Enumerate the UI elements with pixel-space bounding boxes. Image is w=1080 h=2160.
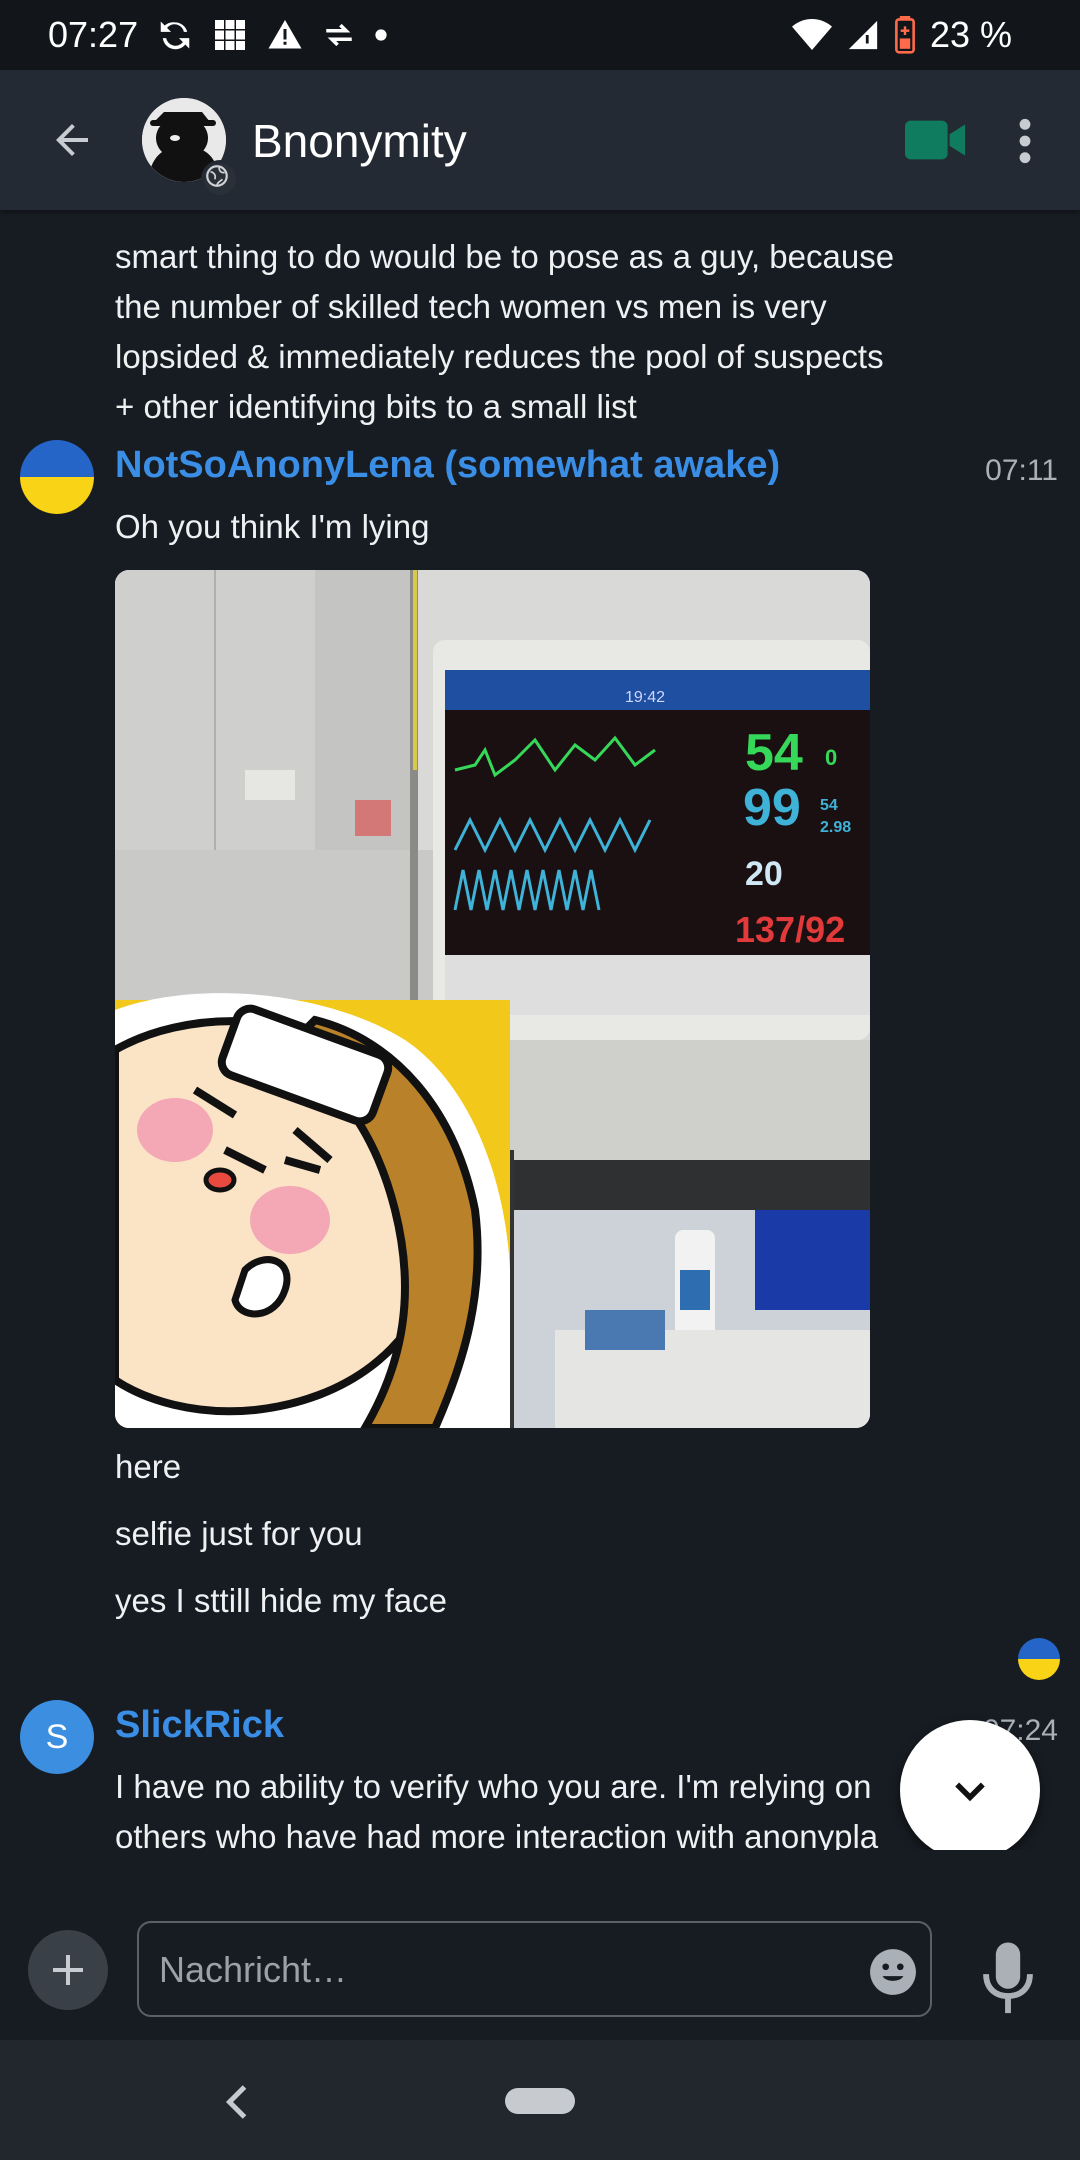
notification-dot-icon bbox=[374, 28, 388, 42]
sender-name[interactable]: SlickRick bbox=[115, 1704, 284, 1747]
message-line: lopsided & immediately reduces the pool … bbox=[115, 338, 884, 375]
monitor-spo2-pi: 2.98 bbox=[820, 819, 851, 836]
room-header: Bnonymity bbox=[0, 70, 1080, 210]
message-line: smart thing to do would be to pose as a … bbox=[115, 238, 895, 275]
message-composer bbox=[0, 1860, 1080, 2040]
more-vertical-icon bbox=[1010, 118, 1040, 170]
system-navigation-bar bbox=[0, 2040, 1080, 2160]
message-text: here bbox=[115, 1448, 182, 1485]
video-camera-icon bbox=[905, 120, 967, 166]
system-home-pill[interactable] bbox=[505, 2088, 575, 2114]
message-text: selfie just for you bbox=[115, 1515, 363, 1552]
image-attachment[interactable]: 19:42 54 0 99 54 2.98 20 137/92 bbox=[115, 570, 870, 1428]
monitor-spo2-value: 99 bbox=[743, 779, 801, 837]
signal-icon bbox=[846, 18, 880, 52]
message-text: Oh you think I'm lying bbox=[115, 508, 430, 545]
warning-icon bbox=[266, 17, 304, 53]
arrow-left-icon bbox=[42, 124, 102, 168]
battery-percent: 23 % bbox=[929, 14, 1012, 55]
sender-name[interactable]: NotSoAnonyLena (somewhat awake) bbox=[115, 444, 780, 487]
sync-icon bbox=[156, 16, 194, 54]
status-bar: 07:27 23 % bbox=[0, 0, 1080, 70]
message-text: smart thing to do would be to pose as a … bbox=[115, 232, 894, 432]
message-line: + other identifying bits to a small list bbox=[115, 388, 637, 425]
wifi-icon bbox=[791, 18, 832, 52]
system-back-button[interactable] bbox=[222, 2082, 252, 2122]
monitor-clock-text: 19:42 bbox=[625, 689, 665, 706]
monitor-hr-small: 0 bbox=[825, 745, 837, 770]
microphone-icon bbox=[978, 1942, 1038, 2022]
message-line: I have no ability to verify who you are.… bbox=[115, 1768, 872, 1805]
room-menu-button[interactable] bbox=[1010, 116, 1040, 166]
monitor-spo2-small: 54 bbox=[820, 797, 838, 814]
monitor-bp-value: 137/92 bbox=[735, 909, 845, 950]
emoji-button[interactable] bbox=[868, 1947, 918, 1997]
message-timestamp: 07:11 bbox=[985, 454, 1058, 487]
globe-icon bbox=[201, 160, 239, 198]
chevron-left-icon bbox=[222, 2085, 252, 2126]
message-line: the number of skilled tech women vs men … bbox=[115, 288, 827, 325]
message-input[interactable] bbox=[157, 1923, 841, 2017]
sender-avatar[interactable]: S bbox=[20, 1700, 94, 1774]
plus-icon bbox=[48, 1950, 88, 1995]
battery-low-icon bbox=[894, 16, 916, 54]
message-line: others who have had more interaction wit… bbox=[115, 1818, 879, 1850]
monitor-hr-value: 54 bbox=[745, 724, 803, 782]
jump-to-bottom-button[interactable] bbox=[900, 1720, 1040, 1850]
message-input-container bbox=[137, 1921, 932, 2017]
sender-avatar[interactable] bbox=[20, 440, 94, 514]
message-timeline[interactable]: smart thing to do would be to pose as a … bbox=[0, 210, 1080, 1850]
voice-message-button[interactable] bbox=[978, 1940, 1038, 2018]
message-text: yes I sttill hide my face bbox=[115, 1582, 447, 1619]
room-title[interactable]: Bnonymity bbox=[252, 114, 467, 168]
video-call-button[interactable] bbox=[905, 118, 967, 162]
read-receipt-avatar[interactable] bbox=[1018, 1638, 1060, 1680]
grid-icon bbox=[212, 17, 248, 53]
add-attachment-button[interactable] bbox=[28, 1930, 108, 2010]
message-text: I have no ability to verify who you are.… bbox=[115, 1762, 878, 1850]
back-button[interactable] bbox=[42, 116, 102, 164]
status-time: 07:27 bbox=[48, 14, 139, 55]
data-transfer-icon bbox=[322, 18, 356, 52]
emoji-icon bbox=[868, 1949, 918, 2001]
chevron-down-icon bbox=[948, 1768, 992, 1817]
monitor-resp-value: 20 bbox=[745, 855, 783, 893]
